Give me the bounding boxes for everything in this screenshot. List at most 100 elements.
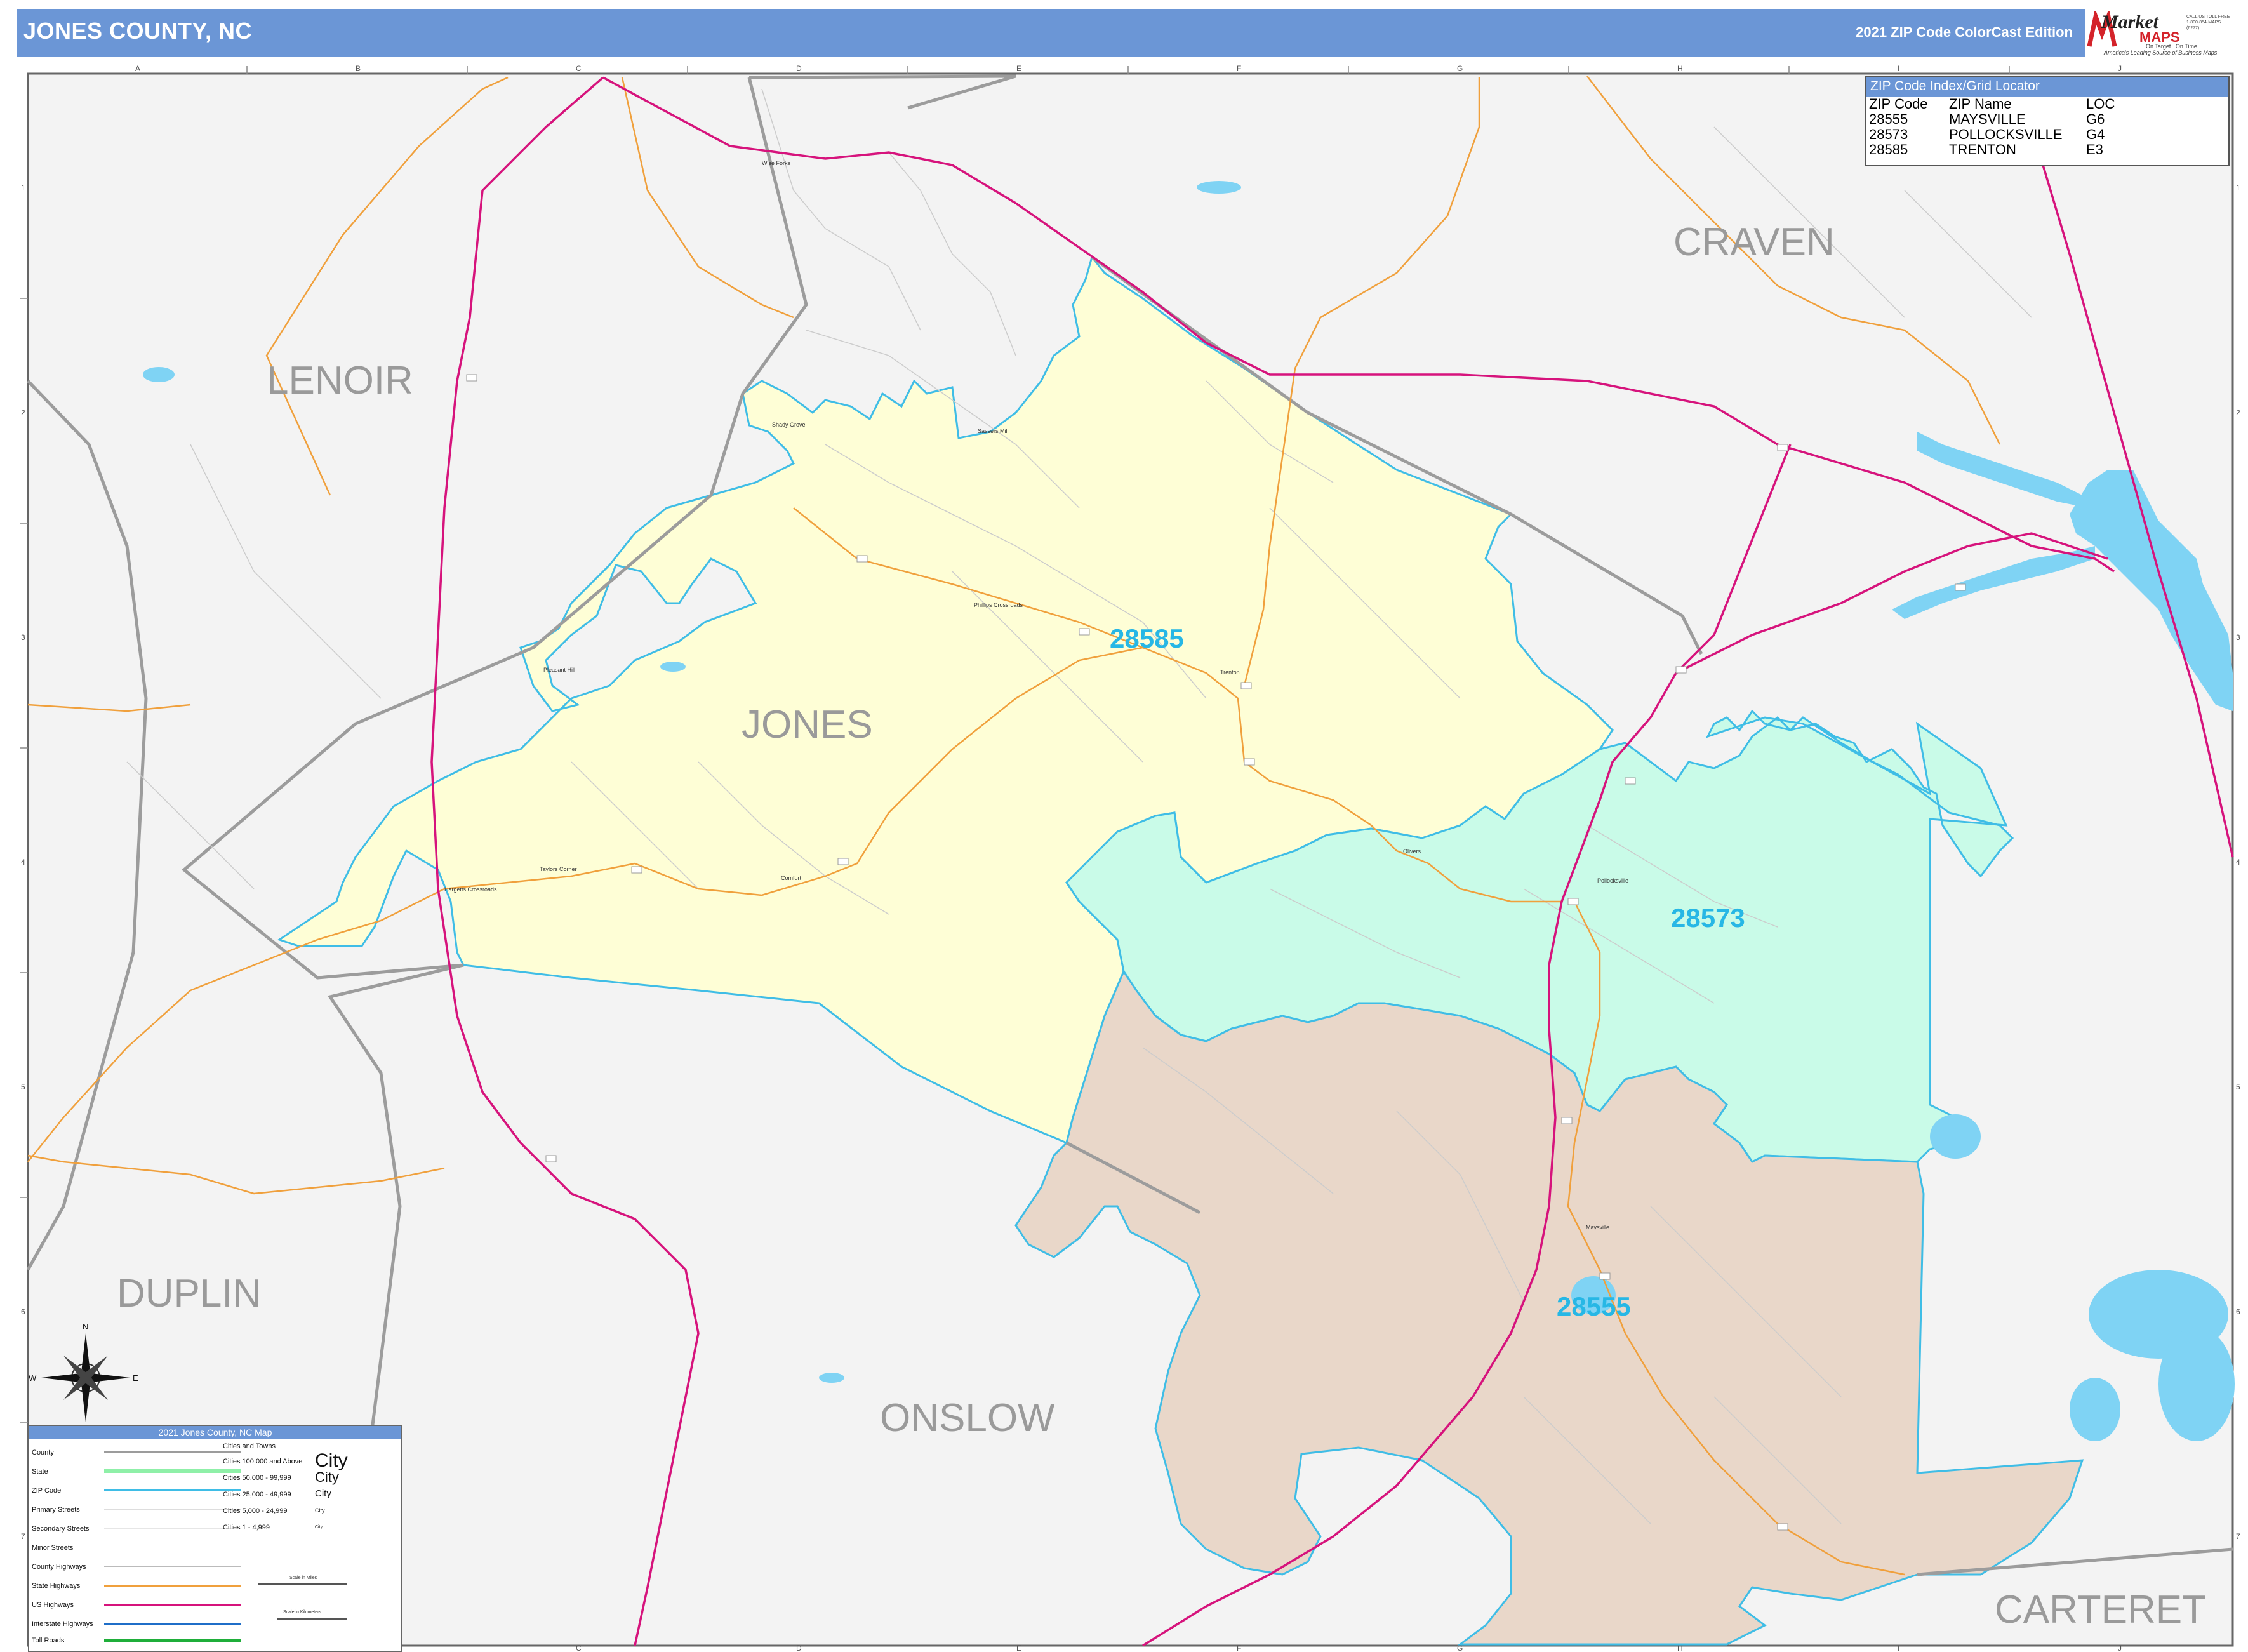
legend-item-state: State — [32, 1468, 48, 1475]
legend-scale-bar-km — [277, 1618, 347, 1620]
zip-code-index: ZIP Code Index/Grid Locator ZIP Code ZIP… — [1865, 76, 2230, 166]
pond-3 — [660, 662, 686, 672]
legend-scale-bar-miles — [258, 1583, 347, 1585]
zip-index-cell: 28585 — [1869, 142, 1908, 157]
zip-index-col-name: ZIP Name — [1949, 96, 2012, 112]
legend-swatch-state-hwy — [104, 1585, 241, 1587]
legend-scale-km: Scale in Kilometers — [283, 1610, 321, 1615]
place-taylors-corner: Taylors Corner — [540, 866, 577, 872]
grid-row-2-right: 2 — [2236, 408, 2240, 417]
grid-row-2: 2 — [21, 408, 25, 417]
grid-row-7: 7 — [21, 1532, 25, 1541]
legend-city-class-5: Cities 1 - 4,999 — [223, 1524, 270, 1531]
lake-2 — [2158, 1327, 2235, 1441]
grid-col-g: G — [1457, 64, 1463, 73]
zip-index-title: ZIP Code Index/Grid Locator — [1866, 77, 2228, 97]
legend-swatch-county-hwy — [104, 1566, 241, 1567]
legend-item-county-hwy: County Highways — [32, 1563, 86, 1571]
grid-col-f-bottom: F — [1237, 1644, 1241, 1651]
county-label-craven: CRAVEN — [1673, 220, 1835, 264]
county-label-duplin: DUPLIN — [117, 1272, 261, 1316]
grid-row-7-right: 7 — [2236, 1532, 2240, 1541]
grid-row-6-right: 6 — [2236, 1307, 2240, 1316]
zip-index-cell: MAYSVILLE — [1949, 111, 2026, 127]
legend-city-example-2: City — [315, 1469, 339, 1485]
grid-row-3: 3 — [21, 633, 25, 642]
place-wise-forks: Wise Forks — [762, 160, 791, 166]
legend-item-primary: Primary Streets — [32, 1506, 80, 1514]
grid-col-b: B — [356, 64, 361, 73]
pond-4 — [819, 1373, 844, 1383]
legend-swatch-state — [104, 1469, 241, 1473]
table-row[interactable]: 28585 TRENTON E3 — [1869, 142, 2118, 157]
place-trenton: Trenton — [1220, 669, 1240, 676]
legend-city-example-5: City — [315, 1525, 323, 1529]
legend-swatch-county — [104, 1451, 241, 1453]
legend-city-class-1: Cities 100,000 and Above — [223, 1458, 303, 1465]
county-map[interactable]: A B C D E F G H I J A B C D E F G H I J … — [0, 0, 2248, 1651]
zip-index-cell: 28573 — [1869, 126, 1908, 142]
legend-scale-miles: Scale in Miles — [289, 1576, 317, 1580]
compass-e: E — [133, 1373, 138, 1383]
legend-swatch-zip — [104, 1489, 241, 1491]
place-pleasant-hill: Pleasant Hill — [543, 667, 575, 673]
legend-item-interstate: Interstate Highways — [32, 1620, 93, 1628]
legend-city-class-3: Cities 25,000 - 49,999 — [223, 1491, 291, 1498]
pond-1 — [1197, 181, 1241, 194]
grid-col-h: H — [1677, 64, 1683, 73]
legend-city-example-3: City — [315, 1488, 331, 1499]
pond-2 — [143, 367, 175, 382]
grid-col-e-bottom: E — [1016, 1644, 1021, 1651]
legend-swatch-secondary — [104, 1528, 241, 1529]
zip-index-cell: G4 — [2086, 126, 2105, 142]
zip-index-header-row: ZIP Code ZIP Name LOC — [1869, 97, 2118, 112]
zip-index-cell: G6 — [2086, 111, 2105, 127]
zip-index-col-loc: LOC — [2086, 96, 2115, 112]
legend-item-toll: Toll Roads — [32, 1637, 65, 1644]
grid-col-e: E — [1016, 64, 1021, 73]
place-comfort: Comfort — [781, 875, 802, 881]
grid-row-1-right: 1 — [2236, 183, 2240, 192]
zip-index-table: ZIP Code ZIP Name LOC 28555 MAYSVILLE G6… — [1869, 97, 2118, 157]
county-label-jones: JONES — [742, 703, 873, 747]
grid-row-1: 1 — [21, 183, 25, 192]
zip-index-cell: E3 — [2086, 142, 2103, 157]
county-label-onslow: ONSLOW — [880, 1396, 1055, 1440]
place-olivers: Olivers — [1403, 848, 1421, 855]
grid-col-i-bottom: I — [1898, 1644, 1899, 1651]
grid-col-j: J — [2118, 64, 2122, 73]
place-pollocksville: Pollocksville — [1597, 877, 1628, 884]
legend-item-county: County — [32, 1449, 54, 1456]
grid-row-labels-left: 1 2 3 4 5 6 7 — [21, 183, 25, 1541]
grid-row-4: 4 — [21, 858, 25, 867]
legend-swatch-us-hwy — [104, 1604, 241, 1606]
grid-row-6: 6 — [21, 1307, 25, 1316]
zip-index-cell: POLLOCKSVILLE — [1949, 126, 2063, 142]
grid-col-j-bottom: J — [2118, 1644, 2122, 1651]
legend-item-minor: Minor Streets — [32, 1544, 74, 1552]
zip-label-28573: 28573 — [1671, 903, 1745, 933]
grid-row-5-right: 5 — [2236, 1082, 2240, 1091]
grid-row-5: 5 — [21, 1082, 25, 1091]
county-label-carteret: CARTERET — [1995, 1588, 2206, 1632]
grid-col-f: F — [1237, 64, 1241, 73]
legend-swatch-primary — [104, 1509, 241, 1510]
zip-index-col-zip: ZIP Code — [1869, 96, 1928, 112]
table-row[interactable]: 28573 POLLOCKSVILLE G4 — [1869, 127, 2118, 142]
legend-item-state-hwy: State Highways — [32, 1582, 81, 1590]
grid-col-d: D — [796, 64, 802, 73]
zip-label-28555: 28555 — [1557, 1291, 1631, 1321]
place-maysville: Maysville — [1586, 1224, 1609, 1230]
legend-swatch-interstate — [104, 1623, 241, 1625]
legend-swatch-toll — [104, 1639, 241, 1642]
compass-w: W — [29, 1373, 37, 1383]
zip-label-28585: 28585 — [1110, 623, 1184, 653]
table-row[interactable]: 28555 MAYSVILLE G6 — [1869, 112, 2118, 127]
grid-col-d-bottom: D — [796, 1644, 802, 1651]
legend-cities-header: Cities and Towns — [223, 1442, 276, 1450]
map-legend: 2021 Jones County, NC Map County State Z… — [28, 1425, 402, 1652]
zip-index-cell: TRENTON — [1949, 142, 2016, 157]
legend-city-class-4: Cities 5,000 - 24,999 — [223, 1507, 288, 1515]
zip-index-cell: 28555 — [1869, 111, 1908, 127]
legend-city-class-2: Cities 50,000 - 99,999 — [223, 1474, 291, 1482]
